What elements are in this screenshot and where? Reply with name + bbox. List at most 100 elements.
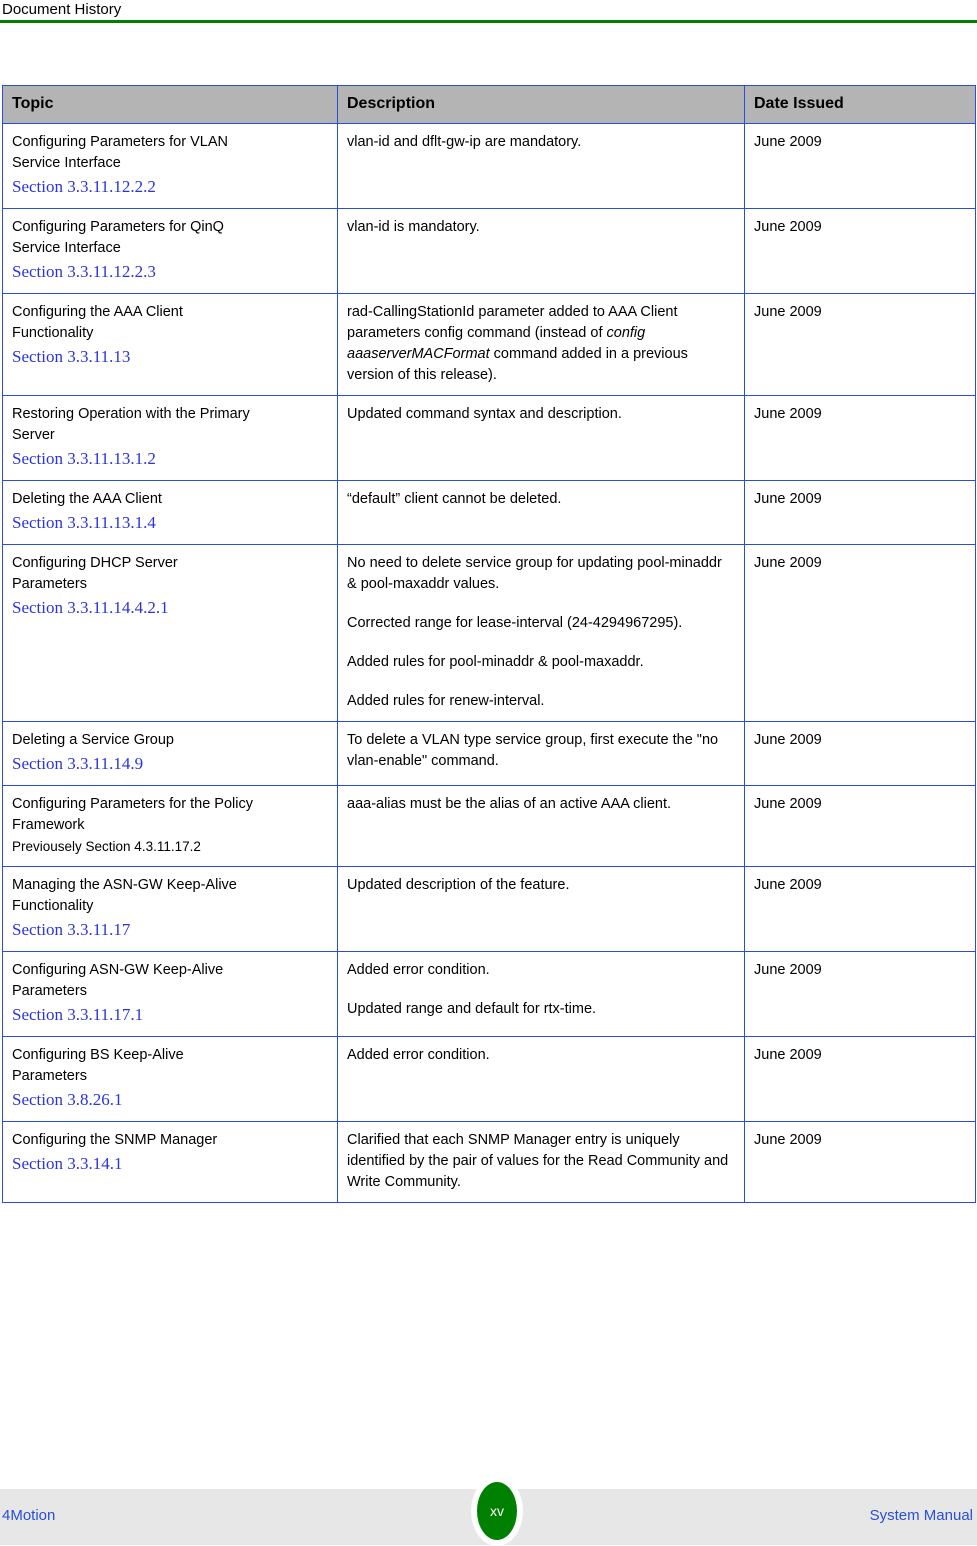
cell-date-issued: June 2009: [744, 480, 976, 545]
table-row: Configuring DHCP Server Parameters Section…: [2, 544, 976, 722]
section-cross-reference-link[interactable]: Section 3.8.26.1: [12, 1088, 328, 1112]
topic-text-line: Functionality: [12, 898, 94, 914]
document-history-table: Topic Description Date Issued Configurin…: [2, 85, 976, 1203]
section-cross-reference-link[interactable]: Section 3.3.11.13.1.2: [12, 447, 328, 471]
description-paragraph: vlan-id and dflt-gw-ip are mandatory.: [347, 134, 582, 150]
topic-text-line: Configuring DHCP Server: [12, 555, 178, 571]
table-body: Configuring Parameters for VLAN Service I…: [2, 123, 976, 1203]
cell-description: Added error condition.: [337, 1036, 745, 1122]
cell-description: Updated description of the feature.: [337, 866, 745, 952]
topic-text-line: Configuring the AAA Client: [12, 304, 183, 320]
topic-text-line: Configuring Parameters for the Policy: [12, 796, 253, 812]
topic-text-line: Parameters: [12, 1068, 87, 1084]
description-paragraph: To delete a VLAN type service group, fir…: [347, 732, 719, 769]
column-header-topic: Topic: [2, 85, 338, 124]
cell-description: aaa-alias must be the alias of an active…: [337, 785, 745, 867]
cell-date-issued: June 2009: [744, 721, 976, 786]
table-row: Configuring ASN-GW Keep-Alive Parameters S…: [2, 951, 976, 1037]
topic-text-line: Deleting the AAA Client: [12, 491, 162, 507]
topic-text-line: Deleting a Service Group: [12, 732, 174, 748]
cell-date-issued: June 2009: [744, 951, 976, 1037]
section-cross-reference-link[interactable]: Section 3.3.11.14.9: [12, 752, 328, 776]
cell-topic: Configuring Parameters for QinQ Service I…: [2, 208, 338, 294]
cell-date-issued: June 2009: [744, 293, 976, 396]
description-paragraph: Updated description of the feature.: [347, 877, 570, 893]
topic-text-line: Configuring BS Keep-Alive: [12, 1047, 184, 1063]
description-paragraph: Added rules for pool-minaddr & pool-maxa…: [347, 654, 644, 670]
description-paragraph: Clarified that each SNMP Manager entry i…: [347, 1132, 729, 1190]
description-paragraph: “default” client cannot be deleted.: [347, 491, 562, 507]
description-paragraph: vlan-id is mandatory.: [347, 219, 480, 235]
description-paragraph: Updated command syntax and description.: [347, 406, 622, 422]
cell-description: vlan-id is mandatory.: [337, 208, 745, 294]
cell-description: rad-CallingStationId parameter added to …: [337, 293, 745, 396]
description-paragraph: aaa-alias must be the alias of an active…: [347, 796, 672, 812]
cell-topic: Managing the ASN-GW Keep-Alive Functional…: [2, 866, 338, 952]
page-number-badge: xv: [471, 1476, 523, 1546]
table-row: Configuring the SNMP Manager Section 3.3.…: [2, 1121, 976, 1203]
section-cross-reference-link[interactable]: Section 3.3.11.13: [12, 345, 328, 369]
cell-date-issued: June 2009: [744, 866, 976, 952]
cell-description: To delete a VLAN type service group, fir…: [337, 721, 745, 786]
table-header-row: Topic Description Date Issued: [2, 85, 976, 124]
cell-description: Clarified that each SNMP Manager entry i…: [337, 1121, 745, 1203]
section-cross-reference-link[interactable]: Section 3.3.11.17: [12, 918, 328, 942]
topic-text-line: Configuring ASN-GW Keep-Alive: [12, 962, 224, 978]
description-paragraph: Added rules for renew-interval.: [347, 693, 545, 709]
cell-topic: Configuring ASN-GW Keep-Alive Parameters S…: [2, 951, 338, 1037]
topic-text-line: Functionality: [12, 325, 94, 341]
cell-description: Added error condition. Updated range and …: [337, 951, 745, 1037]
cell-topic: Configuring the AAA Client Functionality S…: [2, 293, 338, 396]
description-paragraph: Added error condition.: [347, 1047, 490, 1063]
topic-text-line: Restoring Operation with the Primary: [12, 406, 250, 422]
cell-date-issued: June 2009: [744, 1036, 976, 1122]
table-row: Restoring Operation with the Primary Serv…: [2, 395, 976, 481]
table-row: Managing the ASN-GW Keep-Alive Functional…: [2, 866, 976, 952]
description-paragraph: Corrected range for lease-interval (24-4…: [347, 615, 683, 631]
table-row: Configuring Parameters for VLAN Service I…: [2, 123, 976, 209]
cell-topic: Configuring the SNMP Manager Section 3.3.…: [2, 1121, 338, 1203]
description-paragraph: Added error condition.: [347, 962, 490, 978]
column-header-date-issued: Date Issued: [744, 85, 976, 124]
topic-text-line: Server: [12, 427, 55, 443]
cell-description: “default” client cannot be deleted.: [337, 480, 745, 545]
cell-topic: Deleting a Service Group Section 3.3.11.1…: [2, 721, 338, 786]
section-cross-reference-link[interactable]: Section 3.3.14.1: [12, 1152, 328, 1176]
topic-text-line: Service Interface: [12, 240, 121, 256]
previous-section-note: Previousely Section 4.3.11.17.2: [12, 839, 201, 854]
footer-product-label: 4Motion: [2, 1507, 56, 1524]
description-paragraph: No need to delete service group for upda…: [347, 555, 722, 592]
section-cross-reference-link[interactable]: Section 3.3.11.14.4.2.1: [12, 596, 328, 620]
description-paragraph: Updated range and default for rtx-time.: [347, 1001, 597, 1017]
topic-text-line: Parameters: [12, 983, 87, 999]
description-paragraph: rad-CallingStationId parameter added to …: [347, 304, 688, 383]
section-cross-reference-link[interactable]: Section 3.3.11.12.2.2: [12, 175, 328, 199]
cell-topic: Restoring Operation with the Primary Serv…: [2, 395, 338, 481]
page-footer: 4Motion xv System Manual: [0, 1476, 977, 1546]
section-cross-reference-link[interactable]: Section 3.3.11.13.1.4: [12, 511, 328, 535]
section-cross-reference-link[interactable]: Section 3.3.11.17.1: [12, 1003, 328, 1027]
cell-description: Updated command syntax and description.: [337, 395, 745, 481]
cell-date-issued: June 2009: [744, 1121, 976, 1203]
cell-date-issued: June 2009: [744, 544, 976, 722]
cell-description: No need to delete service group for upda…: [337, 544, 745, 722]
table-row: Configuring BS Keep-Alive Parameters Secti…: [2, 1036, 976, 1122]
header-rule-divider: [0, 20, 977, 23]
topic-text-line: Service Interface: [12, 155, 121, 171]
topic-text-line: Parameters: [12, 576, 87, 592]
footer-manual-label: System Manual: [869, 1507, 973, 1524]
table-row: Deleting a Service Group Section 3.3.11.1…: [2, 721, 976, 786]
cell-topic: Configuring Parameters for VLAN Service I…: [2, 123, 338, 209]
topic-text-line: Configuring Parameters for QinQ: [12, 219, 224, 235]
section-cross-reference-link[interactable]: Section 3.3.11.12.2.3: [12, 260, 328, 284]
cell-date-issued: June 2009: [744, 208, 976, 294]
column-header-description: Description: [337, 85, 745, 124]
cell-topic: Configuring BS Keep-Alive Parameters Secti…: [2, 1036, 338, 1122]
table-row: Configuring Parameters for QinQ Service I…: [2, 208, 976, 294]
cell-date-issued: June 2009: [744, 395, 976, 481]
cell-description: vlan-id and dflt-gw-ip are mandatory.: [337, 123, 745, 209]
cell-topic: Configuring DHCP Server Parameters Section…: [2, 544, 338, 722]
cell-topic: Configuring Parameters for the Policy Fra…: [2, 785, 338, 867]
cell-topic: Deleting the AAA Client Section 3.3.11.13…: [2, 480, 338, 545]
topic-text-line: Configuring Parameters for VLAN: [12, 134, 228, 150]
